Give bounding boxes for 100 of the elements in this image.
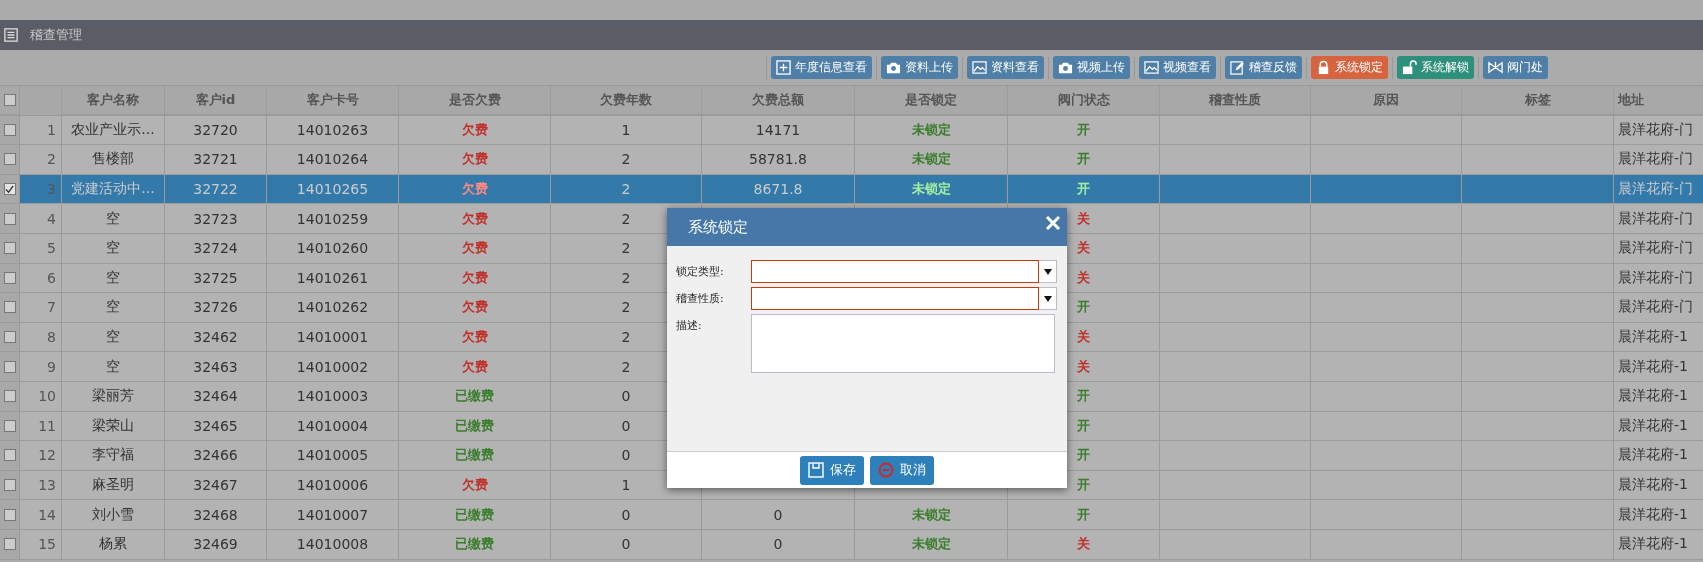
panel-title: 稽查管理 xyxy=(30,26,82,44)
table-cell: 0 xyxy=(773,536,783,553)
table-cell: 0 xyxy=(773,506,783,523)
table-cell: 刘小雪 xyxy=(92,505,134,524)
row-number: 2 xyxy=(47,151,56,168)
table-cell: 2 xyxy=(621,299,631,316)
table-cell: 晨洋花府-门 xyxy=(1618,209,1694,228)
table-cell: 空 xyxy=(106,239,120,258)
table-cell: 32726 xyxy=(193,299,238,316)
table-cell: 开 xyxy=(1077,180,1090,199)
column-header: 阀门状态 xyxy=(1057,90,1110,109)
table-cell: 开 xyxy=(1077,150,1090,169)
table-cell: 14010260 xyxy=(296,240,369,257)
table-cell: 0 xyxy=(621,447,631,464)
row-number: 11 xyxy=(38,417,56,434)
table-cell: 14010261 xyxy=(296,269,369,286)
table-cell: 杨累 xyxy=(99,535,127,554)
table-cell: 未锁定 xyxy=(911,505,951,524)
table-cell: 关 xyxy=(1077,357,1090,376)
table-cell: 14010006 xyxy=(296,477,369,493)
field-label: 锁定类型: xyxy=(676,264,725,279)
column-header: 原因 xyxy=(1373,90,1399,109)
table-cell: 欠费 xyxy=(461,239,488,258)
table-cell: 2 xyxy=(621,329,631,346)
table-cell: 已缴费 xyxy=(455,446,494,465)
field-label: 描述: xyxy=(676,318,703,333)
column-header: 稽查性质 xyxy=(1209,90,1261,109)
table-cell: 未锁定 xyxy=(911,180,951,199)
table-cell: 32725 xyxy=(193,269,238,286)
table-cell: 32720 xyxy=(193,121,238,138)
column-header: 欠费总额 xyxy=(752,90,804,109)
table-cell: 开 xyxy=(1077,476,1090,494)
table-cell: 晨洋花府-1 xyxy=(1618,535,1688,554)
table-cell: 14010262 xyxy=(296,299,369,316)
table-cell: 14010005 xyxy=(296,447,369,464)
table-cell: 已缴费 xyxy=(455,505,494,524)
table-cell: 晨洋花府-门 xyxy=(1618,150,1694,169)
table-cell: 0 xyxy=(621,417,631,434)
table-cell: 空 xyxy=(106,268,120,287)
table-cell: 空 xyxy=(106,328,120,347)
table-cell: 32721 xyxy=(193,151,238,168)
table-cell: 1 xyxy=(621,121,631,138)
column-header: 是否欠费 xyxy=(448,90,501,109)
table-cell: 14010002 xyxy=(296,358,369,375)
column-header: 地址 xyxy=(1618,90,1644,109)
table-cell: 32724 xyxy=(193,240,238,257)
table-cell: 0 xyxy=(621,536,631,553)
column-header: 客户id xyxy=(195,90,236,109)
row-number: 5 xyxy=(47,240,56,257)
table-cell: 开 xyxy=(1077,387,1090,406)
table-cell: 32462 xyxy=(193,329,238,346)
row-number: 7 xyxy=(47,299,56,316)
row-number: 12 xyxy=(38,447,56,464)
table-cell: 麻圣明 xyxy=(92,476,134,494)
table-cell: 32723 xyxy=(193,210,238,227)
column-header: 客户名称 xyxy=(87,90,139,109)
row-number: 9 xyxy=(47,358,56,375)
table-cell: 欠费 xyxy=(461,298,488,317)
table-cell: 农业产业示... xyxy=(71,120,155,139)
table-cell: 32467 xyxy=(193,477,238,493)
table-cell: 2 xyxy=(621,210,631,227)
field-label: 稽查性质: xyxy=(676,291,725,306)
table-cell: 售楼部 xyxy=(92,150,134,169)
table-cell: 关 xyxy=(1077,209,1090,228)
table-cell: 晨洋花府-门 xyxy=(1618,239,1694,258)
table-cell: 李守福 xyxy=(92,446,134,465)
table-cell: 晨洋花府-1 xyxy=(1618,476,1688,494)
table-cell: 2 xyxy=(621,358,631,375)
table-cell: 欠费 xyxy=(461,476,488,494)
table-cell: 已缴费 xyxy=(455,535,494,554)
table-cell: 开 xyxy=(1077,298,1090,317)
table-cell: 欠费 xyxy=(461,180,488,199)
table-cell: 欠费 xyxy=(461,209,488,228)
table-cell: 梁丽芳 xyxy=(92,387,134,406)
table-cell: 0 xyxy=(621,388,631,405)
table-cell: 晨洋花府-1 xyxy=(1618,416,1688,435)
table-cell: 32465 xyxy=(193,417,238,434)
table-cell: 关 xyxy=(1077,239,1090,258)
row-number: 6 xyxy=(47,269,56,286)
table-cell: 空 xyxy=(106,209,120,228)
table-cell: 欠费 xyxy=(461,120,488,139)
table-cell: 未锁定 xyxy=(911,535,951,554)
column-header: 欠费年数 xyxy=(600,90,652,109)
table-cell: 开 xyxy=(1077,505,1090,524)
table-cell: 梁荣山 xyxy=(92,416,134,435)
table-cell: 14010004 xyxy=(296,417,369,434)
dialog-title: 系统锁定 xyxy=(688,217,748,237)
table-cell: 1 xyxy=(621,477,631,493)
row-number: 15 xyxy=(38,536,56,553)
table-cell: 2 xyxy=(621,181,631,198)
column-header: 是否锁定 xyxy=(905,90,957,109)
table-cell: 空 xyxy=(106,357,120,376)
table-cell: 14010008 xyxy=(296,536,369,553)
table-cell: 欠费 xyxy=(461,150,488,169)
table-cell: 开 xyxy=(1077,416,1090,435)
row-number: 4 xyxy=(47,210,56,227)
row-number: 10 xyxy=(38,388,56,405)
table-cell: 14010265 xyxy=(296,181,369,198)
table-cell: 14010264 xyxy=(296,151,369,168)
table-cell: 已缴费 xyxy=(455,387,494,406)
